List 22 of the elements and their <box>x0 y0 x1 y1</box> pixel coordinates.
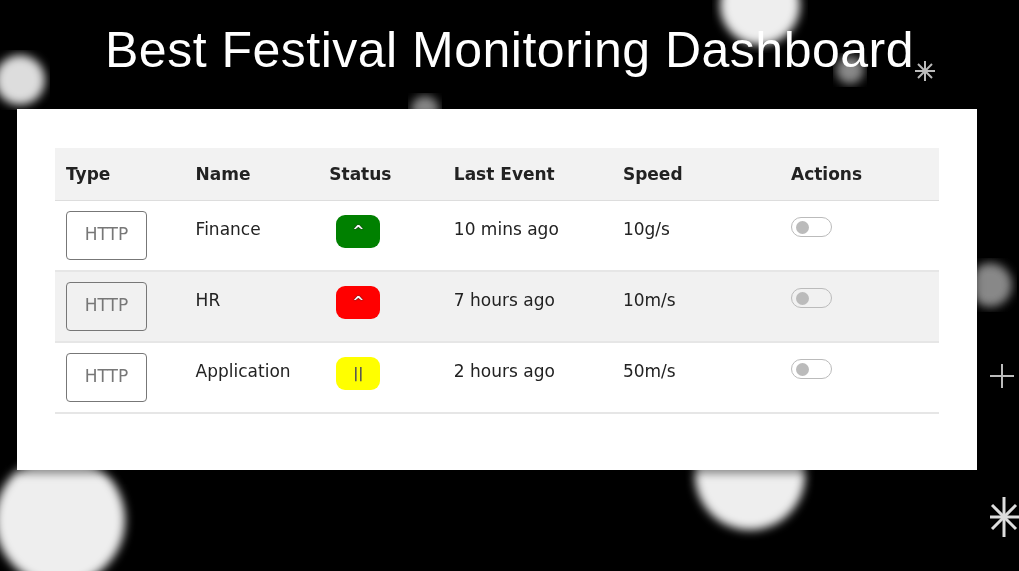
table-cell: Application <box>184 341 319 413</box>
table-cell: HR <box>184 270 319 342</box>
column-header: Speed <box>611 148 780 200</box>
column-header: Type <box>55 148 185 200</box>
status-badge: ^ <box>336 285 381 319</box>
table-cell: 10g/s <box>611 200 780 271</box>
status-badge: ^ <box>336 214 381 248</box>
type-button[interactable]: HTTP <box>66 352 147 402</box>
table-cell: Finance <box>184 200 319 271</box>
table-cell: 10 mins ago <box>442 200 612 271</box>
column-header: Name <box>184 148 319 200</box>
type-button[interactable]: HTTP <box>66 210 147 260</box>
status-badge: || <box>336 356 381 390</box>
table-cell: 2 hours ago <box>442 341 612 413</box>
type-button[interactable]: HTTP <box>66 281 147 331</box>
column-header: Last Event <box>442 148 612 200</box>
column-header: Actions <box>780 148 939 200</box>
column-header: Status <box>318 148 443 200</box>
table-cell: 10m/s <box>611 270 780 342</box>
page-title: Best Festival Monitoring Dashboard <box>103 21 915 80</box>
table-cell: 7 hours ago <box>442 270 612 342</box>
table-cell: 50m/s <box>611 341 780 413</box>
